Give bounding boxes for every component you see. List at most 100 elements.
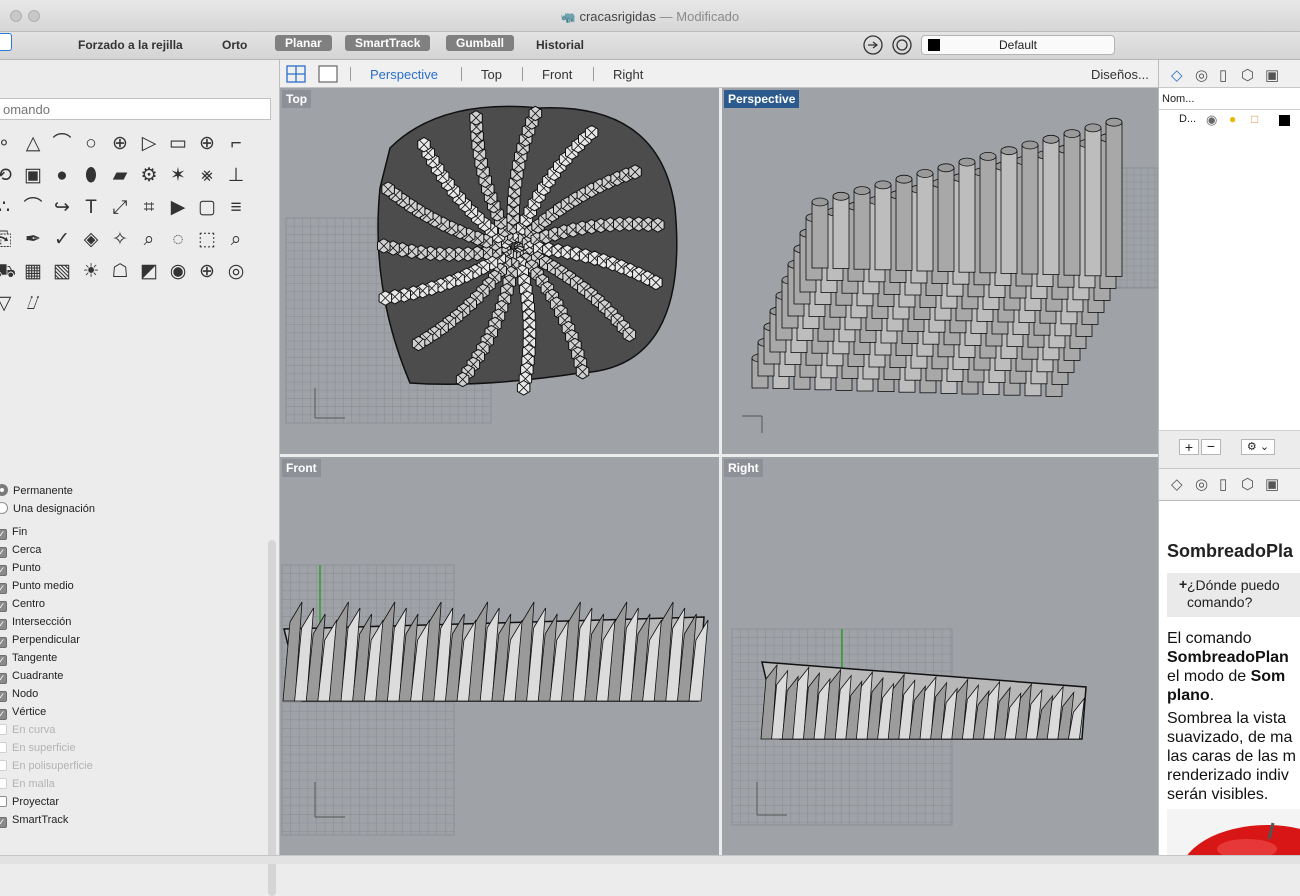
rectangle-icon[interactable]: ▭ <box>166 132 190 156</box>
box-icon[interactable]: ▣ <box>21 164 45 188</box>
cone-icon[interactable]: ▽ <box>0 292 16 316</box>
named-views-icon[interactable]: ▣ <box>1265 475 1279 493</box>
checkbox-icon[interactable]: ✓ <box>0 583 7 594</box>
hatch-icon[interactable]: ≡ <box>224 196 248 220</box>
osnap-item-9[interactable]: ✓ Nodo <box>0 685 38 703</box>
layer-color-swatch[interactable] <box>1279 115 1290 126</box>
add-layer-button[interactable]: + <box>1179 439 1199 455</box>
osnap-item-16[interactable]: ✓ SmartTrack <box>0 811 68 829</box>
ellipse-icon[interactable]: ⊕ <box>108 132 132 156</box>
checkbox-icon[interactable]: ✓ <box>0 637 7 648</box>
zoom-icon[interactable]: ⌕ <box>137 228 161 252</box>
layouts-button[interactable]: Diseños... <box>1091 67 1149 82</box>
curve-extend-icon[interactable]: ↪ <box>50 196 74 220</box>
checkbox-icon[interactable]: ✓ <box>0 565 7 576</box>
display-panel-icon[interactable]: ◎ <box>1195 66 1208 84</box>
split-icon[interactable]: ⊥ <box>224 164 248 188</box>
viewport-label-front[interactable]: Front <box>282 459 321 477</box>
layers-panel-icon[interactable]: ◇ <box>1171 475 1183 493</box>
light-icon[interactable]: ☀ <box>79 260 103 284</box>
named-views-icon[interactable]: ▣ <box>1265 66 1279 84</box>
polygon-icon[interactable]: ▷ <box>137 132 161 156</box>
checkbox-icon[interactable]: ✓ <box>0 691 7 702</box>
zoom-extents-icon[interactable]: ⬚ <box>195 228 219 252</box>
color-wheel-icon[interactable]: ◉ <box>166 260 190 284</box>
curve-icon[interactable]: ⌒ <box>50 132 74 156</box>
ortho-toggle[interactable]: Orto <box>222 36 247 54</box>
viewport-label-right[interactable]: Right <box>724 459 763 477</box>
viewport-label-perspective[interactable]: Perspective <box>724 90 800 108</box>
help-question-box[interactable]: + ¿Dónde puedo comando? <box>1167 573 1300 617</box>
layer-row[interactable]: D... ◉ ● □ <box>1159 110 1300 130</box>
record-history-icon[interactable] <box>862 34 884 56</box>
osnap-item-6[interactable]: ✓ Perpendicular <box>0 631 80 649</box>
scale-icon[interactable]: ⤢ <box>108 196 132 220</box>
osnap-item-5[interactable]: ✓ Intersección <box>0 613 71 631</box>
arc-icon[interactable]: ⊕ <box>195 132 219 156</box>
layer-visible-icon[interactable]: ● <box>1229 112 1236 126</box>
osnap-item-8[interactable]: ✓ Cuadrante <box>0 667 63 685</box>
object-panel-icon[interactable]: ⬡ <box>1241 66 1254 84</box>
array-icon[interactable]: ⌗ <box>137 196 161 220</box>
cylinder-icon[interactable]: ⬮ <box>79 164 103 188</box>
checkbox-icon[interactable]: ✓ <box>0 709 7 720</box>
polyline-icon[interactable]: △ <box>21 132 45 156</box>
plan-icon[interactable]: ▦ <box>21 260 45 284</box>
osnap-mode-0[interactable]: Permanente <box>0 482 73 500</box>
globe-icon[interactable]: ◎ <box>224 260 248 284</box>
single-view-layout-icon[interactable] <box>318 65 338 83</box>
checkbox-icon[interactable]: ✓ <box>0 673 7 684</box>
checkbox-icon[interactable]: ✓ <box>0 601 7 612</box>
gumball-toggle[interactable]: Gumball <box>446 35 515 51</box>
layer-lock-icon[interactable]: □ <box>1251 112 1258 126</box>
osnap-target-icon[interactable] <box>891 34 913 56</box>
checkbox-icon[interactable]: ✓ <box>0 619 7 630</box>
shade-icon[interactable]: ◩ <box>137 260 161 284</box>
pipe-icon[interactable]: ⌒ <box>21 196 45 220</box>
viewport-right[interactable]: Right <box>722 457 1158 855</box>
viewport-front[interactable]: Front <box>280 457 719 855</box>
radio-icon[interactable] <box>0 502 8 514</box>
osnap-item-0[interactable]: ✓ Fin <box>0 523 27 541</box>
four-view-layout-icon[interactable] <box>286 65 306 83</box>
osnap-item-4[interactable]: ✓ Centro <box>0 595 45 613</box>
checkbox-icon[interactable]: ✓ <box>0 529 7 540</box>
render-icon[interactable]: ◈ <box>79 228 103 252</box>
checkbox-icon[interactable]: ✓ <box>0 655 7 666</box>
rotate-icon[interactable]: ⟲ <box>0 164 16 188</box>
remove-layer-button[interactable]: − <box>1201 439 1221 455</box>
tab-top[interactable]: Top <box>481 67 502 82</box>
planar-toggle[interactable]: Planar <box>275 35 332 51</box>
tab-right[interactable]: Right <box>613 67 643 82</box>
layer-options-button[interactable]: ⚙ ⌄ <box>1241 439 1275 455</box>
viewport-top[interactable]: Top <box>280 88 719 454</box>
section-icon[interactable]: ⌰ <box>21 292 45 316</box>
clipboard-icon[interactable]: ⎘ <box>0 228 16 252</box>
check-icon[interactable]: ✓ <box>50 228 74 252</box>
document-panel-icon[interactable]: ▯ <box>1219 66 1227 84</box>
checkbox-icon[interactable]: ✓ <box>0 817 7 828</box>
osnap-item-15[interactable]: Proyectar <box>0 793 59 811</box>
radio-icon[interactable] <box>0 484 8 496</box>
current-layer-select[interactable]: Default <box>921 35 1115 55</box>
checkbox-icon[interactable] <box>0 796 7 807</box>
sphere-icon[interactable]: ● <box>50 164 74 188</box>
text-icon[interactable]: T <box>79 196 103 220</box>
layers-panel-icon[interactable]: ◇ <box>1171 66 1183 84</box>
tab-perspective[interactable]: Perspective <box>370 67 438 82</box>
osnap-item-7[interactable]: ✓ Tangente <box>0 649 57 667</box>
tab-front[interactable]: Front <box>542 67 572 82</box>
osnap-item-2[interactable]: ✓ Punto <box>0 559 41 577</box>
osnap-mode-1[interactable]: Una designación <box>0 500 95 518</box>
osnap-item-10[interactable]: ✓ Vértice <box>0 703 46 721</box>
explode-icon[interactable]: ✶ <box>166 164 190 188</box>
fillet-icon[interactable]: ⌐ <box>224 132 248 156</box>
tool-icon[interactable]: ✒ <box>21 228 45 252</box>
dimension-icon[interactable]: ▢ <box>195 196 219 220</box>
history-toggle[interactable]: Historial <box>536 36 584 54</box>
osnap-item-1[interactable]: ✓ Cerca <box>0 541 41 559</box>
surface-icon[interactable]: ▰ <box>108 164 132 188</box>
layer-icon[interactable]: ▧ <box>50 260 74 284</box>
trim-icon[interactable]: ⨳ <box>195 164 219 188</box>
viewport-label-top[interactable]: Top <box>282 90 312 108</box>
